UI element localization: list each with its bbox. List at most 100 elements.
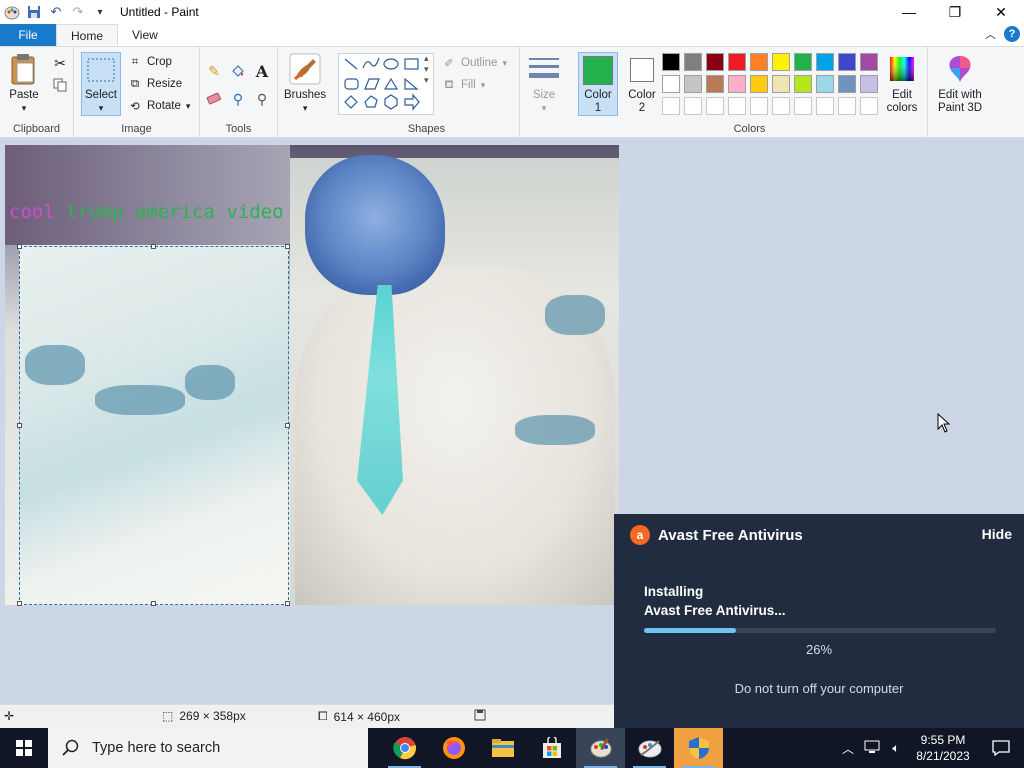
show-hidden-icons-icon[interactable]: ︿: [836, 740, 860, 757]
palette-swatch[interactable]: [860, 53, 878, 71]
shapes-scroll-icon[interactable]: ▴ ▾ ▾: [424, 53, 429, 86]
palette-swatch[interactable]: [662, 53, 680, 71]
outline-dropdown[interactable]: ✐ Outline ▾: [442, 56, 507, 70]
selection-handle[interactable]: [151, 601, 156, 606]
custom-color-slot[interactable]: [838, 97, 856, 115]
file-explorer-taskbar-icon[interactable]: [478, 728, 527, 768]
rotate-button[interactable]: ⟲ Rotate ▾: [128, 99, 190, 113]
text-tool-icon[interactable]: A: [252, 61, 272, 81]
color1-button[interactable]: Color 1: [578, 52, 618, 116]
taskbar-clock[interactable]: 9:55 PM 8/21/2023: [908, 732, 978, 764]
resize-icon: ⧉: [130, 77, 140, 90]
palette-swatch[interactable]: [816, 75, 834, 93]
fill-bucket-icon[interactable]: [228, 61, 248, 81]
colors-group-label: Colors: [733, 123, 766, 135]
installer-shield-taskbar-icon[interactable]: [674, 728, 723, 768]
magnifier-icon[interactable]: ⚲: [252, 89, 272, 109]
undo-icon[interactable]: ↶: [48, 4, 64, 20]
brushes-button[interactable]: Brushes ▾: [284, 53, 326, 115]
redo-icon[interactable]: ↷: [70, 4, 86, 20]
save-icon[interactable]: [26, 4, 42, 20]
palette-swatch[interactable]: [838, 75, 856, 93]
resize-button[interactable]: ⧉ Resize: [128, 77, 182, 91]
custom-color-slot[interactable]: [750, 97, 768, 115]
paint-app-icon[interactable]: [4, 4, 20, 20]
firefox-taskbar-icon[interactable]: [429, 728, 478, 768]
close-button[interactable]: ✕: [978, 0, 1024, 24]
custom-color-slot[interactable]: [816, 97, 834, 115]
color-picker-icon[interactable]: ⚲: [228, 89, 248, 109]
tab-view[interactable]: View: [118, 24, 172, 46]
selection-handle[interactable]: [151, 244, 156, 249]
selection-handle[interactable]: [285, 423, 290, 428]
edit-with-paint3d-button[interactable]: Edit with Paint 3D: [934, 53, 986, 115]
palette-swatch[interactable]: [772, 75, 790, 93]
custom-color-slot[interactable]: [684, 97, 702, 115]
network-icon[interactable]: [860, 740, 884, 757]
selection-handle[interactable]: [17, 601, 22, 606]
palette-swatch[interactable]: [684, 75, 702, 93]
custom-color-slot[interactable]: [794, 97, 812, 115]
hide-button[interactable]: Hide: [982, 526, 1012, 542]
custom-color-slot[interactable]: [860, 97, 878, 115]
palette-swatch[interactable]: [750, 53, 768, 71]
install-message: Installing Avast Free Antivirus...: [644, 584, 786, 618]
file-menu-tab[interactable]: File: [0, 24, 56, 46]
select-button[interactable]: Select ▾: [81, 52, 121, 116]
custom-color-slot[interactable]: [662, 97, 680, 115]
palette-swatch[interactable]: [816, 53, 834, 71]
size-button[interactable]: Size ▾: [528, 53, 560, 115]
avast-notification: a Avast Free Antivirus Hide Installing A…: [614, 514, 1024, 728]
palette-swatch[interactable]: [706, 75, 724, 93]
rotate-icon: ⟲: [130, 101, 140, 113]
ribbon-tabs: File Home View ︿ ?: [0, 24, 1024, 46]
palette-swatch[interactable]: [684, 53, 702, 71]
custom-color-slot[interactable]: [706, 97, 724, 115]
maximize-button[interactable]: ❐: [932, 0, 978, 24]
paint-taskbar-icon[interactable]: [576, 728, 625, 768]
fill-icon: ⛾: [444, 78, 454, 91]
palette-swatch[interactable]: [794, 53, 812, 71]
palette-swatch[interactable]: [838, 53, 856, 71]
help-icon[interactable]: ?: [1004, 26, 1020, 42]
palette-swatch[interactable]: [794, 75, 812, 93]
paste-dropdown-icon[interactable]: ▾: [22, 102, 27, 115]
shapes-gallery[interactable]: [338, 53, 434, 115]
palette-swatch[interactable]: [728, 53, 746, 71]
custom-color-slot[interactable]: [772, 97, 790, 115]
chrome-taskbar-icon[interactable]: [380, 728, 429, 768]
store-taskbar-icon[interactable]: [527, 728, 576, 768]
copy-icon[interactable]: [50, 75, 70, 95]
selection-rectangle[interactable]: [17, 244, 290, 606]
selection-handle[interactable]: [17, 244, 22, 249]
edit-colors-button[interactable]: Edit colors: [880, 53, 924, 115]
tab-home[interactable]: Home: [56, 24, 119, 46]
color2-button[interactable]: Color 2: [622, 52, 662, 115]
notifications-icon[interactable]: [978, 740, 1024, 756]
custom-color-slot[interactable]: [728, 97, 746, 115]
palette-swatch[interactable]: [706, 53, 724, 71]
paint-image-taskbar-icon[interactable]: [625, 728, 674, 768]
color1-swatch: [583, 56, 613, 85]
fill-dropdown[interactable]: ⛾ Fill ▾: [442, 78, 485, 92]
selection-handle[interactable]: [285, 244, 290, 249]
volume-icon[interactable]: 🔈︎: [884, 741, 908, 756]
palette-swatch[interactable]: [750, 75, 768, 93]
palette-swatch[interactable]: [860, 75, 878, 93]
cut-icon[interactable]: ✂: [50, 53, 70, 73]
pencil-icon[interactable]: ✎: [204, 61, 224, 81]
collapse-ribbon-icon[interactable]: ︿: [985, 26, 996, 42]
customize-quick-access-icon[interactable]: ▾: [92, 4, 108, 20]
palette-swatch[interactable]: [662, 75, 680, 93]
start-button[interactable]: [0, 728, 48, 768]
taskbar-search-box[interactable]: Type here to search: [48, 728, 368, 768]
selection-handle[interactable]: [17, 423, 22, 428]
palette-swatch[interactable]: [728, 75, 746, 93]
palette-swatch[interactable]: [772, 53, 790, 71]
minimize-button[interactable]: —: [886, 0, 932, 24]
paste-button[interactable]: Paste ▾: [8, 53, 40, 115]
brush-icon: [289, 53, 321, 85]
crop-button[interactable]: ⌗ Crop: [128, 55, 172, 69]
selection-handle[interactable]: [285, 601, 290, 606]
eraser-icon[interactable]: [204, 89, 224, 109]
